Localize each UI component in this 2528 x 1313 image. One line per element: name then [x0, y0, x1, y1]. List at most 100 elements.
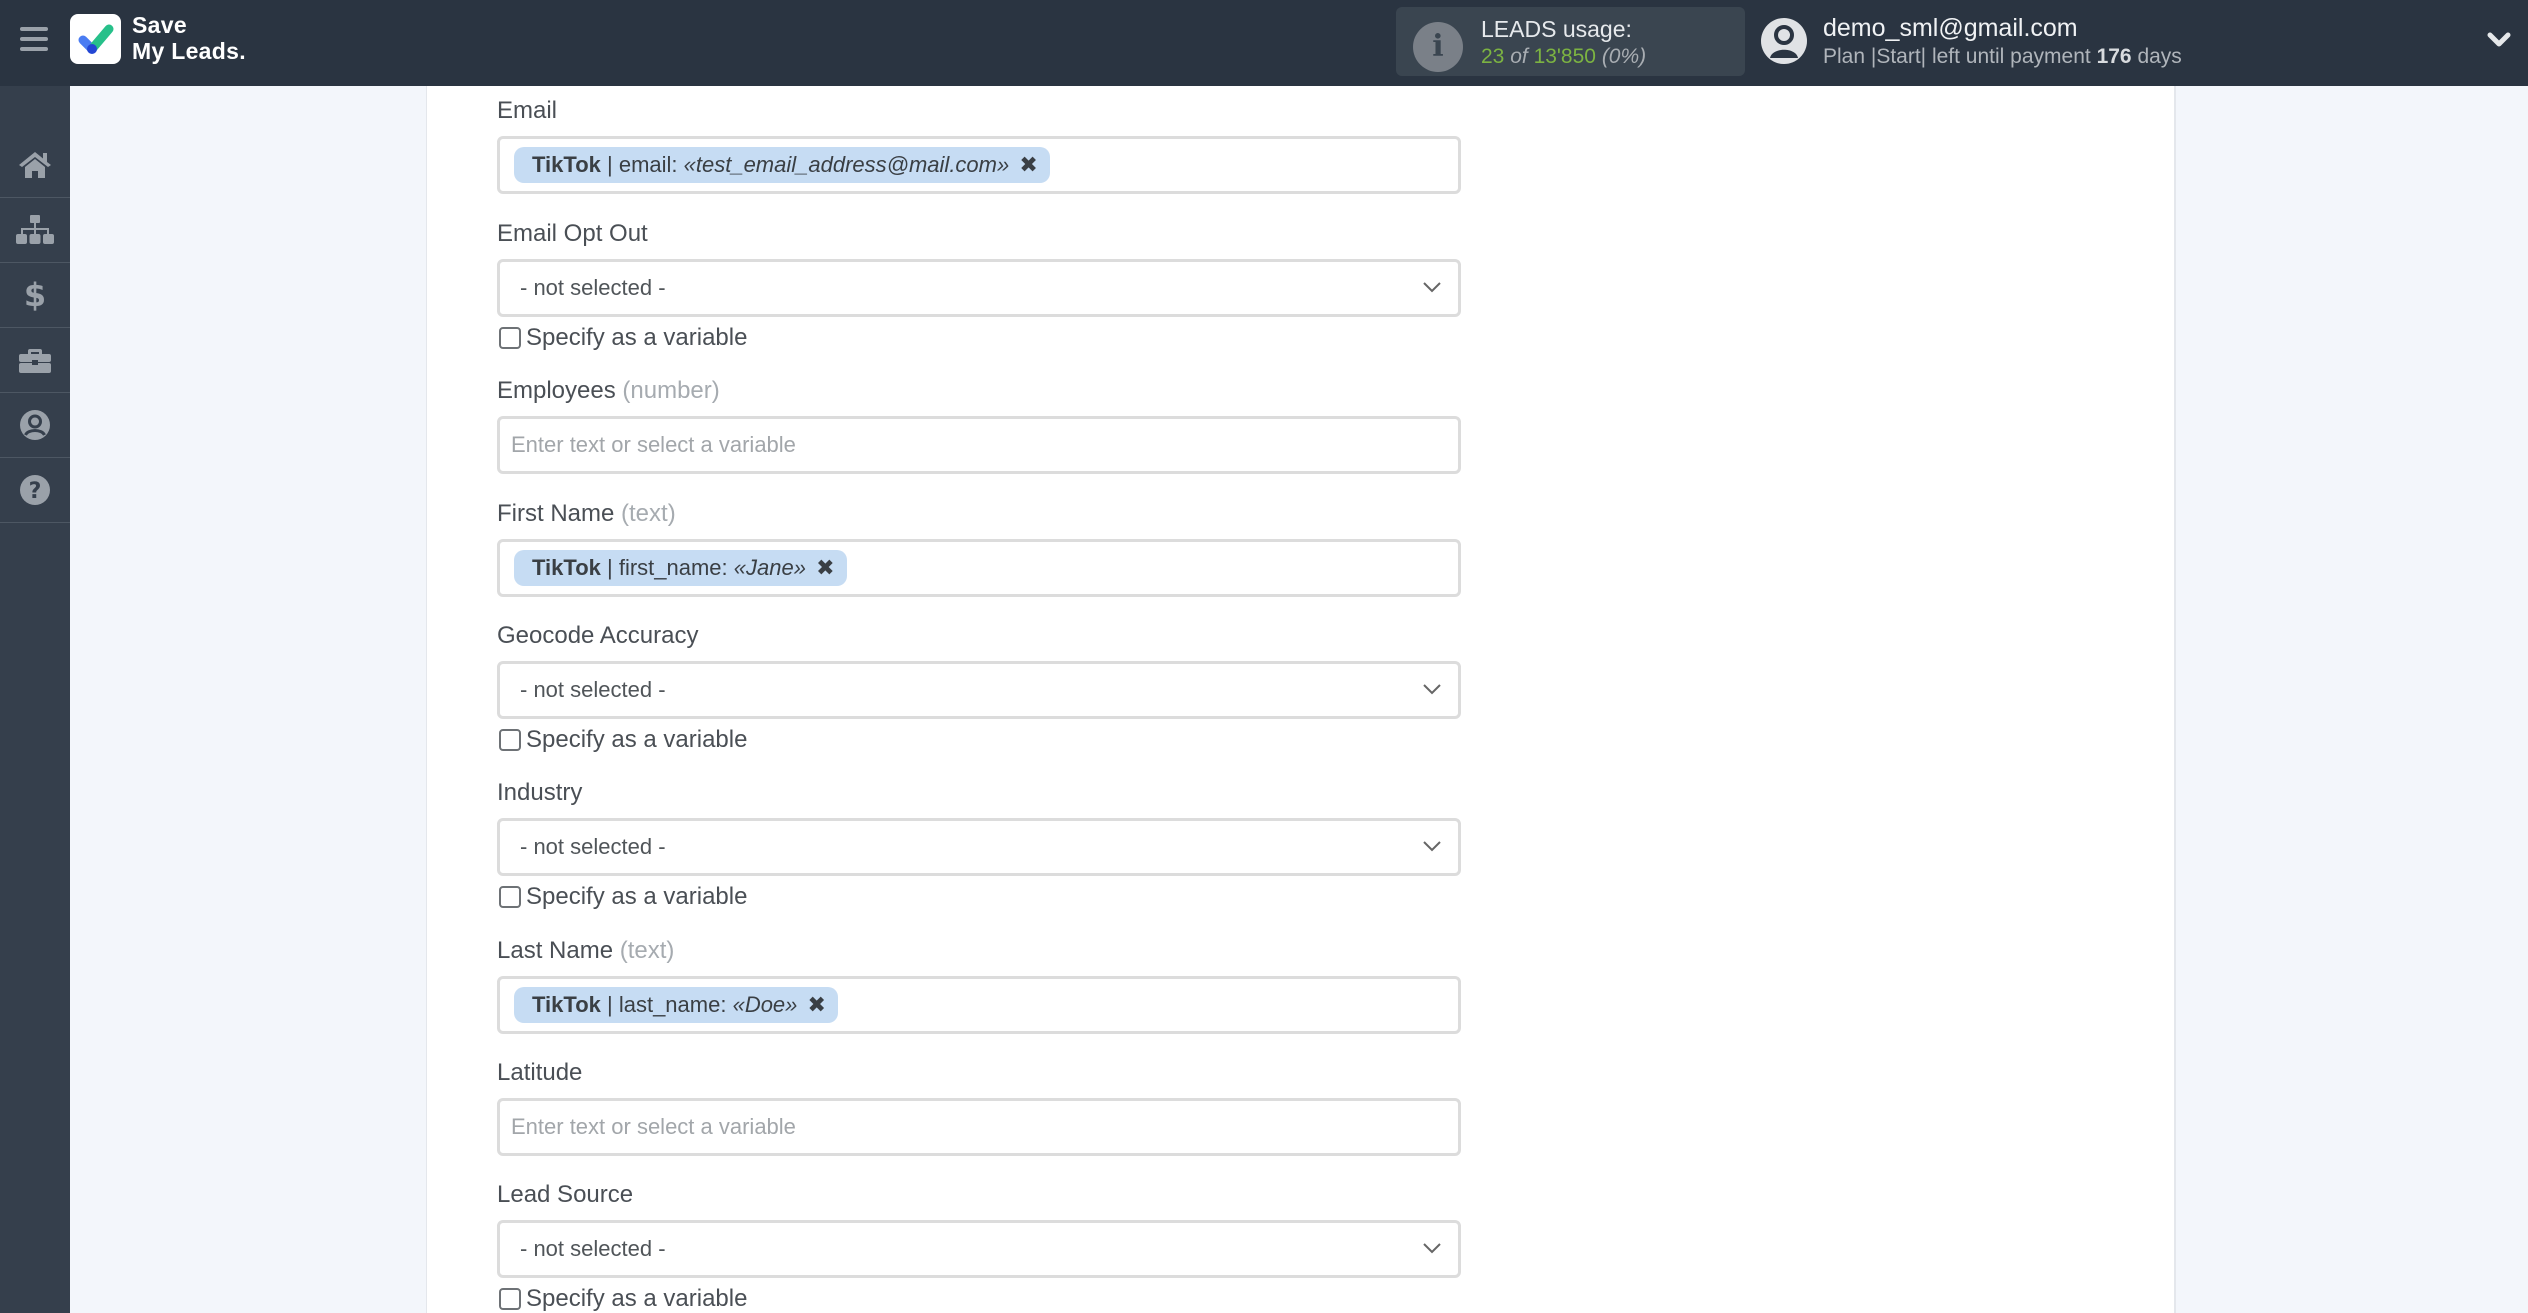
- label-text: Employees: [497, 377, 616, 404]
- industry-specify-variable[interactable]: Specify as a variable: [499, 883, 748, 910]
- last-name-field[interactable]: TikTok | last_name: «Doe» ✖: [497, 976, 1461, 1034]
- plan-days: 176: [2096, 45, 2132, 68]
- briefcase-icon: [19, 349, 51, 373]
- sidebar-item-account[interactable]: [0, 393, 70, 458]
- latitude-field[interactable]: Enter text or select a variable: [497, 1098, 1461, 1156]
- geocode-accuracy-specify-variable[interactable]: Specify as a variable: [499, 726, 748, 753]
- logo-text[interactable]: Save My Leads.: [132, 12, 246, 64]
- label-text: Industry: [497, 779, 583, 806]
- variable-tag: TikTok | email: «test_email_address@mail…: [514, 147, 1050, 183]
- leads-of-label: of: [1510, 45, 1528, 68]
- user-circle-icon[interactable]: [1761, 18, 1807, 64]
- employees-field[interactable]: Enter text or select a variable: [497, 416, 1461, 474]
- chevron-down-icon: [1423, 684, 1441, 695]
- chevron-down-icon: [1423, 282, 1441, 293]
- user-circle-icon: [20, 410, 50, 440]
- checkbox[interactable]: [499, 327, 521, 349]
- label-hint: (text): [619, 937, 675, 964]
- plan-prefix: Plan |Start| left until payment: [1823, 45, 2091, 68]
- checkbox-label: Specify as a variable: [526, 324, 748, 351]
- tag-value: «test_email_address@mail.com»: [683, 152, 1010, 177]
- label-text: First Name: [497, 500, 615, 527]
- info-icon: i: [1413, 22, 1463, 72]
- chevron-down-icon: [1423, 1243, 1441, 1254]
- checkbox[interactable]: [499, 729, 521, 751]
- home-icon: [19, 152, 51, 178]
- checkbox-label: Specify as a variable: [526, 1285, 748, 1312]
- dollar-icon: $: [24, 278, 46, 312]
- leads-total: 13'850: [1533, 45, 1596, 68]
- placeholder-text: Enter text or select a variable: [511, 432, 796, 457]
- email-opt-out-specify-variable[interactable]: Specify as a variable: [499, 324, 748, 351]
- checkbox[interactable]: [499, 886, 521, 908]
- chevron-down-icon: [1423, 841, 1441, 852]
- label-text: Lead Source: [497, 1181, 634, 1208]
- lead-source-select[interactable]: - not selected -: [497, 1220, 1461, 1278]
- user-email[interactable]: demo_sml@gmail.com: [1823, 14, 2078, 43]
- sitemap-icon: [16, 215, 54, 244]
- field-label-email-opt-out: Email Opt Out: [497, 220, 648, 248]
- label-text: Last Name: [497, 937, 614, 964]
- sidebar-item-tools[interactable]: [0, 328, 70, 393]
- label-hint: (text): [621, 500, 676, 527]
- leads-usage-title: LEADS usage:: [1481, 16, 1632, 42]
- email-opt-out-select[interactable]: - not selected -: [497, 259, 1461, 317]
- logo-line-1: Save: [132, 12, 187, 38]
- tag-field: | email:: [607, 152, 678, 177]
- placeholder-text: Enter text or select a variable: [511, 1114, 796, 1139]
- lead-source-specify-variable[interactable]: Specify as a variable: [499, 1285, 748, 1312]
- checkbox[interactable]: [499, 1288, 521, 1310]
- field-label-industry: Industry: [497, 779, 582, 807]
- geocode-accuracy-select[interactable]: - not selected -: [497, 661, 1461, 719]
- field-label-email: Email: [497, 97, 557, 125]
- tag-field: | first_name:: [607, 555, 728, 580]
- field-label-geocode-accuracy: Geocode Accuracy: [497, 622, 698, 650]
- tag-value: «Jane»: [733, 555, 806, 580]
- first-name-field[interactable]: TikTok | first_name: «Jane» ✖: [497, 539, 1461, 597]
- leads-percent: (0%): [1601, 45, 1647, 68]
- label-text: Latitude: [497, 1059, 583, 1086]
- hamburger-menu-icon[interactable]: [20, 27, 48, 51]
- label-hint: (number): [622, 377, 720, 404]
- field-label-employees: Employees (number): [497, 377, 720, 405]
- variable-tag: TikTok | last_name: «Doe» ✖: [514, 987, 838, 1023]
- tag-source: TikTok: [532, 992, 601, 1017]
- top-header: Save My Leads. i LEADS usage: 23 of 13'8…: [0, 0, 2528, 86]
- sidebar-item-help[interactable]: ?: [0, 458, 70, 523]
- sidebar: $ ?: [0, 86, 70, 1313]
- select-value: - not selected -: [520, 275, 666, 300]
- select-value: - not selected -: [520, 677, 666, 702]
- select-value: - not selected -: [520, 834, 666, 859]
- tag-source: TikTok: [532, 152, 601, 177]
- leads-usage-panel: i LEADS usage: 23 of 13'850 (0%): [1396, 7, 1745, 76]
- sidebar-item-home[interactable]: [0, 133, 70, 198]
- plan-days-suffix: days: [2137, 45, 2182, 68]
- remove-tag-icon[interactable]: ✖: [808, 992, 826, 1017]
- tag-field: | last_name:: [607, 992, 727, 1017]
- field-label-lead-source: Lead Source: [497, 1181, 633, 1209]
- question-circle-icon: ?: [20, 475, 50, 505]
- chevron-down-icon[interactable]: [2486, 30, 2512, 50]
- remove-tag-icon[interactable]: ✖: [1019, 152, 1037, 177]
- user-plan-info: Plan |Start| left until payment 176 days: [1823, 45, 2182, 69]
- tag-source: TikTok: [532, 555, 601, 580]
- logo-line-2: My Leads.: [132, 38, 246, 64]
- variable-tag: TikTok | first_name: «Jane» ✖: [514, 550, 847, 586]
- field-label-first-name: First Name (text): [497, 500, 676, 528]
- checkmark-logo-icon[interactable]: [70, 14, 121, 64]
- label-text: Email Opt Out: [497, 220, 648, 247]
- field-label-last-name: Last Name (text): [497, 937, 674, 965]
- leads-used: 23: [1481, 45, 1505, 68]
- checkbox-label: Specify as a variable: [526, 726, 748, 753]
- checkbox-label: Specify as a variable: [526, 883, 748, 910]
- email-field[interactable]: TikTok | email: «test_email_address@mail…: [497, 136, 1461, 194]
- leads-usage-count: 23 of 13'850 (0%): [1481, 45, 1646, 69]
- industry-select[interactable]: - not selected -: [497, 818, 1461, 876]
- remove-tag-icon[interactable]: ✖: [816, 555, 834, 580]
- svg-text:?: ?: [29, 479, 42, 504]
- select-value: - not selected -: [520, 1236, 666, 1261]
- label-text: Email: [497, 97, 558, 124]
- sidebar-item-connections[interactable]: [0, 198, 70, 263]
- label-text: Geocode Accuracy: [497, 622, 699, 649]
- sidebar-item-billing[interactable]: $: [0, 263, 70, 328]
